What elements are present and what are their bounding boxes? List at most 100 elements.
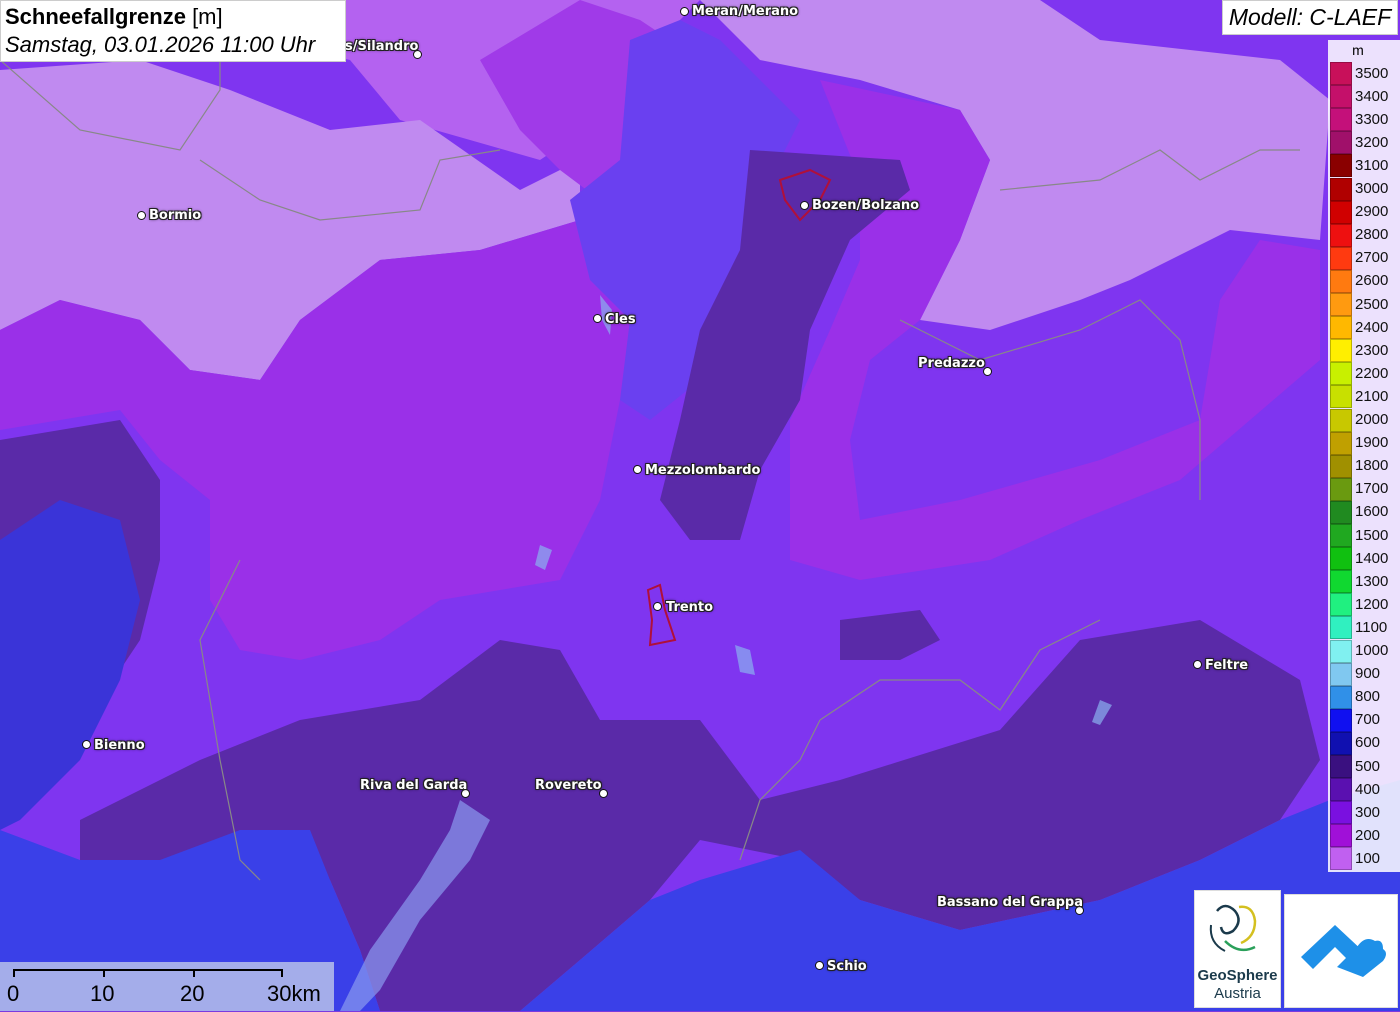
legend-swatch <box>1330 454 1352 478</box>
legend-row: 3000 <box>1328 177 1400 201</box>
legend-swatch <box>1330 408 1352 432</box>
scale-label-30km: 30km <box>267 981 321 1006</box>
legend-row: 3200 <box>1328 131 1400 155</box>
geosphere-text-2: Austria <box>1214 985 1261 1002</box>
legend-label: 300 <box>1355 803 1381 821</box>
city-label-silandro: s/Silandro <box>345 39 419 54</box>
legend-label: 3000 <box>1355 180 1389 198</box>
legend-row: 1800 <box>1328 454 1400 478</box>
weather-house-cloud-icon <box>1301 925 1386 977</box>
legend-label: 1600 <box>1355 503 1389 521</box>
legend-swatch <box>1330 639 1352 663</box>
legend-label: 500 <box>1355 757 1381 775</box>
legend-row: 3400 <box>1328 85 1400 109</box>
legend-swatch <box>1330 547 1352 571</box>
city-dot-bormio <box>137 211 146 220</box>
legend-row: 2100 <box>1328 385 1400 409</box>
legend-swatch <box>1330 131 1352 155</box>
legend-label: 2000 <box>1355 411 1389 429</box>
geosphere-logo[interactable]: GeoSphere Austria <box>1194 890 1281 1008</box>
legend-swatch <box>1330 293 1352 317</box>
legend-label: 3500 <box>1355 64 1389 82</box>
legend-swatch <box>1330 269 1352 293</box>
legend-unit: m <box>1352 42 1364 58</box>
title-line: Schneefallgrenze [m] <box>5 3 341 31</box>
legend-label: 1900 <box>1355 434 1389 452</box>
legend-swatch <box>1330 685 1352 709</box>
map-title-unit: [m] <box>185 4 223 29</box>
legend-row: 200 <box>1328 824 1400 848</box>
scale-label-0: 0 <box>7 981 20 1006</box>
city-label-meran: Meran/Merano <box>692 4 799 19</box>
legend-row: 2500 <box>1328 293 1400 317</box>
legend-label: 3400 <box>1355 87 1389 105</box>
city-label-riva: Riva del Garda <box>360 778 468 793</box>
snowfall-map[interactable] <box>0 0 1400 1011</box>
legend-swatch <box>1330 593 1352 617</box>
legend-label: 1100 <box>1355 618 1388 636</box>
legend-label: 200 <box>1355 826 1381 844</box>
model-label: Modell: C-LAEF <box>1222 0 1398 35</box>
legend-label: 3100 <box>1355 156 1389 174</box>
legend-swatch <box>1330 477 1352 501</box>
legend-label: 1800 <box>1355 457 1389 475</box>
legend-swatch <box>1330 778 1352 802</box>
city-label-bormio: Bormio <box>149 208 202 223</box>
legend-row: 1000 <box>1328 639 1400 663</box>
legend-row: 100 <box>1328 847 1400 871</box>
legend-row: 1500 <box>1328 524 1400 548</box>
legend-row: 2900 <box>1328 200 1400 224</box>
legend-row: 1900 <box>1328 431 1400 455</box>
legend-label: 600 <box>1355 734 1381 752</box>
legend-label: 700 <box>1355 711 1381 729</box>
legend-label: 2100 <box>1355 387 1389 405</box>
legend-row: 3500 <box>1328 62 1400 86</box>
legend-swatch <box>1330 755 1352 779</box>
legend-swatch <box>1330 362 1352 386</box>
legend-row: 3100 <box>1328 154 1400 178</box>
legend-swatch <box>1330 801 1352 825</box>
legend-swatch <box>1330 154 1352 178</box>
legend-row: 3300 <box>1328 108 1400 132</box>
city-label-predazzo: Predazzo <box>918 356 985 371</box>
city-label-trento: Trento <box>666 600 714 615</box>
geosphere-swirl-icon <box>1209 904 1257 952</box>
legend-label: 2800 <box>1355 226 1389 244</box>
city-label-cles: Cles <box>605 312 636 327</box>
scale-tick <box>103 969 105 977</box>
legend-label: 2200 <box>1355 364 1389 382</box>
legend-label: 800 <box>1355 688 1381 706</box>
city-label-feltre: Feltre <box>1205 658 1249 673</box>
legend-row: 2400 <box>1328 316 1400 340</box>
title-box: Schneefallgrenze [m] Samstag, 03.01.2026… <box>0 0 346 62</box>
geosphere-text-1: GeoSphere <box>1197 967 1278 984</box>
scale-label-20: 20 <box>180 981 205 1006</box>
legend-swatch <box>1330 177 1352 201</box>
city-dot-meran <box>680 7 689 16</box>
scale-label-10: 10 <box>90 981 115 1006</box>
legend-row: 300 <box>1328 801 1400 825</box>
legend-row: 2300 <box>1328 339 1400 363</box>
legend-label: 900 <box>1355 665 1381 683</box>
city-label-bassano: Bassano del Grappa <box>937 895 1083 910</box>
city-dot-feltre <box>1193 660 1202 669</box>
legend-label: 2900 <box>1355 203 1389 221</box>
legend-row: 1300 <box>1328 570 1400 594</box>
legend-label: 100 <box>1355 849 1381 867</box>
legend-swatch <box>1330 316 1352 340</box>
map-title: Schneefallgrenze <box>5 4 186 29</box>
legend-label: 2700 <box>1355 249 1389 267</box>
city-dot-cles <box>593 314 602 323</box>
legend-row: 500 <box>1328 755 1400 779</box>
weather-app-logo[interactable] <box>1284 894 1398 1008</box>
legend-label: 3300 <box>1355 110 1389 128</box>
legend-row: 900 <box>1328 662 1400 686</box>
legend-label: 1700 <box>1355 480 1389 498</box>
legend-swatch <box>1330 824 1352 848</box>
city-label-mezzolombardo: Mezzolombardo <box>645 463 761 478</box>
legend-label: 1500 <box>1355 526 1389 544</box>
city-label-bienno: Bienno <box>94 738 145 753</box>
color-legend: m 3500 3400 3300 3200 3100 3000 2900 2800 2700 26… <box>1328 40 1400 872</box>
legend-label: 1400 <box>1355 549 1389 567</box>
legend-row: 700 <box>1328 708 1400 732</box>
